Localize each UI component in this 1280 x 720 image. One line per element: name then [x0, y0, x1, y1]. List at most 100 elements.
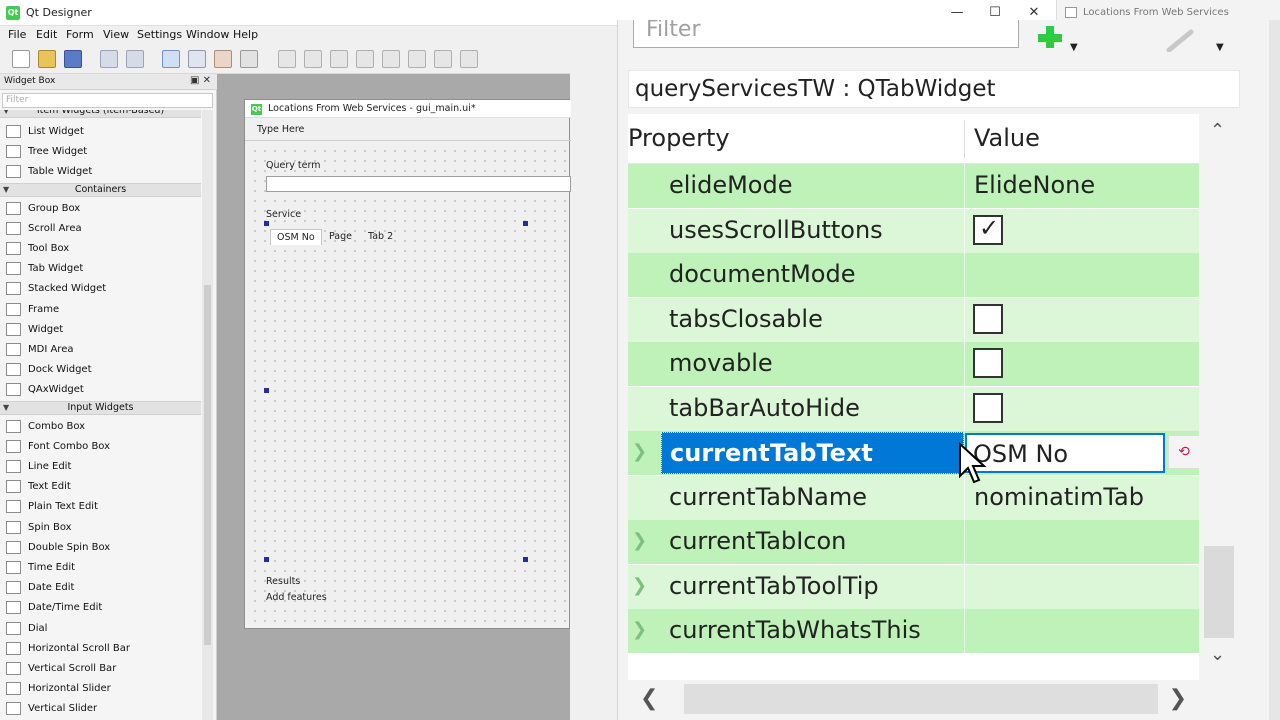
menu-window[interactable]: Window: [186, 28, 229, 41]
widget-item[interactable]: Date Edit: [0, 578, 201, 598]
widget-item[interactable]: List Widget: [0, 122, 201, 142]
widget-item[interactable]: Line Edit: [0, 457, 201, 477]
widget-box-dock-buttons[interactable]: ▣ ✕: [190, 75, 211, 86]
widget-item[interactable]: Time Edit: [0, 558, 201, 578]
widget-item[interactable]: Stacked Widget: [0, 279, 201, 299]
edit-widgets-icon[interactable]: [162, 50, 180, 68]
menu-form[interactable]: Form: [66, 28, 94, 41]
property-checkbox[interactable]: [973, 303, 1003, 334]
add-dynamic-property-icon[interactable]: [1036, 26, 1070, 54]
property-checkbox[interactable]: ✓: [973, 214, 1003, 245]
menu-edit[interactable]: Edit: [36, 28, 57, 41]
layout-form-icon[interactable]: [382, 50, 400, 68]
category-containers[interactable]: ▼ Containers: [0, 182, 201, 197]
widget-item[interactable]: Vertical Scroll Bar: [0, 659, 201, 679]
property-checkbox[interactable]: [973, 348, 1003, 378]
widget-item[interactable]: Tab Widget: [0, 259, 201, 279]
expand-arrow-icon[interactable]: ❯: [632, 530, 647, 551]
query-term-input[interactable]: [266, 176, 571, 192]
widget-box-scrollbar[interactable]: [202, 110, 213, 720]
edit-buddies-icon[interactable]: [214, 50, 232, 68]
edit-signals-icon[interactable]: [188, 50, 206, 68]
property-vertical-scrollbar[interactable]: ⌃ ⌄: [1202, 114, 1236, 670]
property-value[interactable]: ElideNone: [974, 171, 1095, 199]
menu-settings[interactable]: Settings: [137, 28, 182, 41]
widget-item[interactable]: Date/Time Edit: [0, 598, 201, 618]
widget-item[interactable]: Spin Box: [0, 518, 201, 538]
widget-item[interactable]: Scroll Area: [0, 219, 201, 239]
widget-filter-input[interactable]: Filter: [2, 93, 213, 108]
property-row[interactable]: movable: [628, 342, 1199, 386]
widget-item[interactable]: Tool Box: [0, 239, 201, 259]
property-row[interactable]: tabsClosable: [628, 297, 1199, 342]
widget-item[interactable]: Text Edit: [0, 477, 201, 497]
widget-item[interactable]: Font Combo Box: [0, 437, 201, 457]
column-header-value[interactable]: Value: [974, 124, 1040, 152]
category-input-widgets[interactable]: ▼ Input Widgets: [0, 400, 201, 415]
save-icon[interactable]: [64, 50, 82, 68]
chevron-down-icon[interactable]: ⌄: [1210, 644, 1225, 665]
selection-handle[interactable]: [523, 221, 528, 226]
property-value-input[interactable]: OSM No: [965, 433, 1165, 473]
widget-item[interactable]: Horizontal Slider: [0, 679, 201, 699]
selection-handle[interactable]: [523, 557, 528, 562]
selection-handle[interactable]: [264, 388, 269, 393]
widget-item[interactable]: Table Widget: [0, 162, 201, 182]
layout-horizontal-icon[interactable]: [278, 50, 296, 68]
widget-item[interactable]: Plain Text Edit: [0, 497, 201, 517]
type-here-menu[interactable]: Type Here: [257, 124, 304, 135]
property-checkbox[interactable]: [973, 392, 1003, 423]
layout-grid-icon[interactable]: [408, 50, 426, 68]
property-filter-input[interactable]: Filter: [633, 20, 1019, 48]
property-row[interactable]: ❯ currentTabIcon: [628, 520, 1199, 564]
scrollbar-thumb[interactable]: [684, 684, 1158, 714]
open-folder-icon[interactable]: [38, 50, 56, 68]
layout-splitter-v-icon[interactable]: [356, 50, 374, 68]
expand-arrow-icon[interactable]: ❯: [632, 575, 647, 596]
property-horizontal-scrollbar[interactable]: ❮ ❯: [628, 680, 1199, 718]
widget-item[interactable]: Group Box: [0, 199, 201, 219]
paste-icon[interactable]: [126, 50, 144, 68]
category-item-widgets[interactable]: ▼ Item Widgets (Item-Based): [0, 110, 201, 118]
scrollbar-thumb[interactable]: [1204, 546, 1234, 638]
chevron-down-icon[interactable]: ▼: [1070, 42, 1078, 53]
widget-item[interactable]: Double Spin Box: [0, 538, 201, 558]
layout-vertical-icon[interactable]: [304, 50, 322, 68]
widget-item[interactable]: Widget: [0, 320, 201, 340]
widget-item[interactable]: Horizontal Scroll Bar: [0, 639, 201, 659]
scrollbar-thumb[interactable]: [204, 285, 211, 645]
form-window[interactable]: Qt Locations From Web Services - gui_mai…: [244, 99, 571, 629]
property-row[interactable]: elideMode ElideNone: [628, 164, 1199, 208]
chevron-down-icon[interactable]: ▼: [1216, 42, 1224, 53]
menu-help[interactable]: Help: [233, 28, 258, 41]
adjust-size-icon[interactable]: [460, 50, 478, 68]
menu-file[interactable]: File: [8, 28, 26, 41]
edit-tab-order-icon[interactable]: [240, 50, 258, 68]
arrow-left-icon[interactable]: ❮: [640, 686, 658, 711]
widget-item[interactable]: Vertical Slider: [0, 699, 201, 719]
column-header-property[interactable]: Property: [628, 124, 730, 152]
property-name-selected[interactable]: currentTabText: [661, 432, 964, 474]
widget-item[interactable]: Combo Box: [0, 417, 201, 437]
property-row[interactable]: ❯ currentTabWhatsThis: [628, 609, 1199, 653]
expand-arrow-icon[interactable]: ❯: [632, 441, 647, 462]
property-row[interactable]: currentTabName nominatimTab: [628, 475, 1199, 520]
reset-property-button[interactable]: ⟲: [1168, 435, 1199, 469]
property-row[interactable]: tabBarAutoHide: [628, 386, 1199, 431]
tab-page[interactable]: Page: [323, 229, 358, 245]
property-value[interactable]: nominatimTab: [974, 483, 1144, 511]
copy-icon[interactable]: [100, 50, 118, 68]
arrow-right-icon[interactable]: ❯: [1169, 686, 1187, 711]
break-layout-icon[interactable]: [434, 50, 452, 68]
widget-item[interactable]: Dock Widget: [0, 360, 201, 380]
column-divider[interactable]: [964, 120, 965, 158]
widget-item[interactable]: MDI Area: [0, 340, 201, 360]
tab-tab-2[interactable]: Tab 2: [362, 229, 399, 245]
chevron-up-icon[interactable]: ⌃: [1210, 120, 1225, 141]
selection-handle[interactable]: [264, 221, 269, 226]
widget-item[interactable]: Frame: [0, 300, 201, 320]
property-row[interactable]: ❯ currentTabToolTip: [628, 564, 1199, 609]
selection-handle[interactable]: [264, 557, 269, 562]
property-row[interactable]: documentMode: [628, 253, 1199, 297]
expand-arrow-icon[interactable]: ❯: [632, 619, 647, 640]
